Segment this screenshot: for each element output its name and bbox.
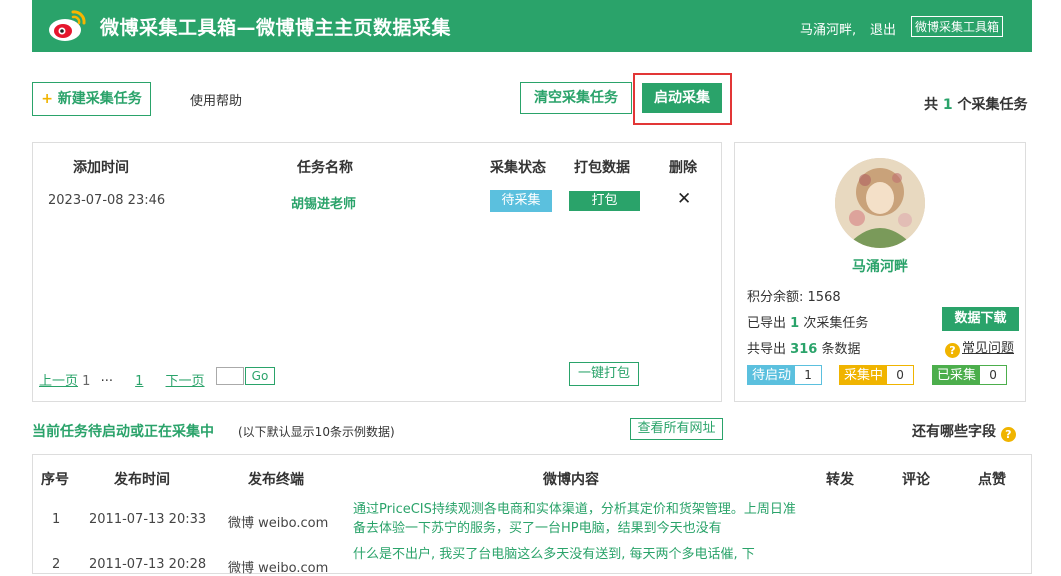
fields-label[interactable]: 还有哪些字段 <box>912 424 996 440</box>
header-add-time: 添加时间 <box>73 160 129 176</box>
post-index: 2 <box>52 557 61 572</box>
user-name-link[interactable]: 马涌河畔, <box>800 19 856 38</box>
profile-panel: 马涌河畔 积分余额: 1568 已导出 1 次采集任务 共导出 316 条数据 … <box>734 142 1026 402</box>
pack-button[interactable]: 打包 <box>569 191 640 211</box>
question-icon: ? <box>945 343 960 358</box>
exported-prefix: 已导出 <box>747 316 787 331</box>
header-publish-time: 发布时间 <box>114 472 170 488</box>
chip-collecting-label: 采集中 <box>844 368 884 383</box>
header-status: 采集状态 <box>490 160 546 176</box>
task-count: 共 1 个采集任务 <box>924 94 1028 114</box>
pack-all-button[interactable]: 一键打包 <box>569 362 639 386</box>
start-collect-button[interactable]: 启动采集 <box>642 83 722 113</box>
header-pack: 打包数据 <box>574 160 630 176</box>
post-time: 2011-07-13 20:33 <box>89 512 207 527</box>
post-time: 2011-07-13 20:28 <box>89 557 207 572</box>
total-prefix: 共导出 <box>747 342 787 357</box>
exported-tasks: 已导出 1 次采集任务 <box>747 312 868 331</box>
profile-name: 马涌河畔 <box>852 259 908 275</box>
toolbox-link[interactable]: 微博采集工具箱 <box>911 16 1004 37</box>
help-link[interactable]: 使用帮助 <box>190 90 242 109</box>
user-name[interactable]: 马涌河畔 <box>800 23 852 38</box>
separator: , <box>852 23 857 38</box>
task-table-panel: 添加时间 任务名称 采集状态 打包数据 删除 2023-07-08 23:46 … <box>32 142 722 402</box>
chip-collecting-count: 0 <box>887 366 914 384</box>
header-task-name: 任务名称 <box>297 160 353 176</box>
post-device: 微博 weibo.com <box>228 561 329 576</box>
header-content: 微博内容 <box>543 472 599 488</box>
points-label: 积分余额: <box>747 290 804 305</box>
chip-collected[interactable]: 已采集 0 <box>932 365 1008 385</box>
weibo-logo-icon <box>47 8 87 44</box>
page-jump-input[interactable] <box>216 367 244 385</box>
post-index: 1 <box>52 512 61 527</box>
app-header: 微博采集工具箱—微博博主主页数据采集 马涌河畔, 退出 微博采集工具箱 <box>32 0 1032 52</box>
avatar <box>835 158 925 248</box>
section-title: 当前任务待启动或正在采集中 <box>32 424 214 440</box>
header-comments: 评论 <box>902 472 930 488</box>
chip-collected-label: 已采集 <box>937 368 977 383</box>
page-1[interactable]: 1 <box>82 374 90 389</box>
task-count-suffix: 个采集任务 <box>957 97 1028 113</box>
plus-icon: + <box>41 91 53 107</box>
new-task-label: 新建采集任务 <box>57 91 142 107</box>
post-content: 通过PriceCIS持续观测各电商和实体渠道，分析其定价和货架管理。上周日准备去… <box>353 502 796 536</box>
page-current[interactable]: 1 <box>135 374 143 389</box>
chip-collected-count: 0 <box>980 366 1007 384</box>
header-likes: 点赞 <box>978 472 1006 488</box>
faq-label[interactable]: 常见问题 <box>962 341 1014 356</box>
chip-collecting[interactable]: 采集中 0 <box>839 365 915 385</box>
page-ellipsis: ··· <box>100 374 113 389</box>
exported-suffix: 次采集任务 <box>803 316 869 331</box>
prev-page-link[interactable]: 上一页 <box>39 374 78 389</box>
download-button[interactable]: 数据下载 <box>942 307 1019 331</box>
app-title: 微博采集工具箱—微博博主主页数据采集 <box>100 17 452 39</box>
task-count-prefix: 共 <box>924 97 938 113</box>
header-index: 序号 <box>41 472 69 488</box>
question-icon: ? <box>1000 427 1016 442</box>
header-delete: 删除 <box>669 160 697 176</box>
posts-table-panel: 序号 发布时间 发布终端 微博内容 转发 评论 点赞 1 2011-07-13 … <box>32 454 1032 576</box>
header-reposts: 转发 <box>826 472 854 488</box>
pager: 上一页 1 ··· 1 下一页 <box>39 370 205 389</box>
clear-tasks-button[interactable]: 清空采集任务 <box>520 82 632 114</box>
total-suffix: 条数据 <box>821 342 861 357</box>
faq-link[interactable]: ? 常见问题 <box>945 337 1014 358</box>
go-button[interactable]: Go <box>245 367 275 385</box>
exported-count: 1 <box>790 316 800 331</box>
chip-pending-label: 待启动 <box>752 368 792 383</box>
header-device: 发布终端 <box>248 472 304 488</box>
chip-pending-count: 1 <box>795 366 822 384</box>
new-task-button[interactable]: + 新建采集任务 <box>32 82 151 116</box>
chip-pending[interactable]: 待启动 1 <box>747 365 823 385</box>
status-badge: 待采集 <box>490 190 552 212</box>
avatar-icon <box>835 158 925 248</box>
task-add-time: 2023-07-08 23:46 <box>48 193 166 208</box>
section-note: (以下默认显示10条示例数据) <box>238 425 395 439</box>
exported-records: 共导出 316 条数据 <box>747 338 860 357</box>
task-name-link[interactable]: 胡锡进老师 <box>291 193 356 212</box>
delete-icon[interactable]: ✕ <box>677 189 691 209</box>
next-page-link[interactable]: 下一页 <box>166 374 205 389</box>
post-device: 微博 weibo.com <box>228 516 329 531</box>
logout-link[interactable]: 退出 <box>870 19 896 38</box>
post-content: 什么是不出户, 我买了台电脑这么多天没有送到, 每天两个多电话催, 下 <box>353 547 755 562</box>
points-balance: 积分余额: 1568 <box>747 286 841 305</box>
fields-link[interactable]: 还有哪些字段 ? <box>912 421 1018 442</box>
points-value: 1568 <box>807 290 841 305</box>
task-count-number: 1 <box>942 97 953 113</box>
view-all-urls-button[interactable]: 查看所有网址 <box>630 418 723 440</box>
total-count: 316 <box>790 342 818 357</box>
